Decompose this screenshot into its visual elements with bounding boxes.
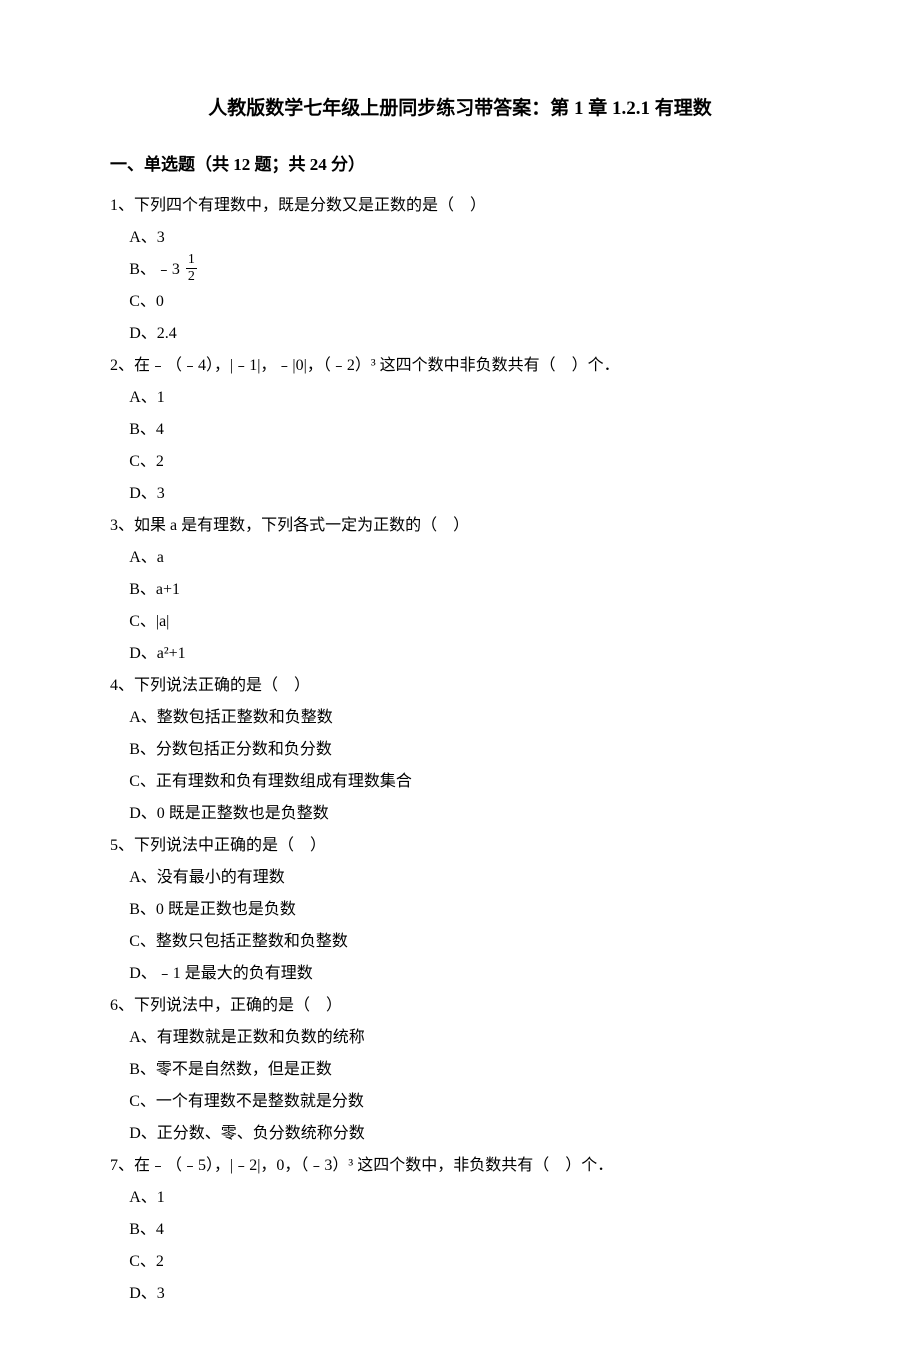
option-text: C、|a| <box>129 613 169 630</box>
question-option: C、2 <box>110 1246 810 1278</box>
option-text: B、a+1 <box>129 581 180 598</box>
option-text: B、﹣3 <box>129 261 184 278</box>
option-text: C、0 <box>129 293 164 310</box>
question-option: B、0 既是正数也是负数 <box>110 894 810 926</box>
option-text: B、4 <box>129 1221 164 1238</box>
question-option: C、0 <box>110 286 810 318</box>
question-stem: 5、下列说法中正确的是（ ） <box>110 830 810 862</box>
question-option: B、4 <box>110 414 810 446</box>
option-text: D、0 既是正整数也是负整数 <box>129 805 329 822</box>
option-text: A、a <box>129 549 164 566</box>
option-text: D、2.4 <box>129 325 177 342</box>
question-stem: 7、在﹣（﹣5），|﹣2|，0，（﹣3）³ 这四个数中，非负数共有（ ）个． <box>110 1150 810 1182</box>
option-text: B、0 既是正数也是负数 <box>129 901 296 918</box>
option-text: B、零不是自然数，但是正数 <box>129 1061 332 1078</box>
fraction-numerator: 1 <box>186 252 197 268</box>
option-text: C、2 <box>129 1253 164 1270</box>
question-option: D、0 既是正整数也是负整数 <box>110 798 810 830</box>
question-option: A、3 <box>110 222 810 254</box>
option-text: C、整数只包括正整数和负整数 <box>129 933 348 950</box>
option-text: D、3 <box>129 485 165 502</box>
section-header: 一、单选题（共 12 题；共 24 分） <box>110 148 810 182</box>
option-text: D、正分数、零、负分数统称分数 <box>129 1125 365 1142</box>
question-option: C、|a| <box>110 606 810 638</box>
question-option: A、1 <box>110 1182 810 1214</box>
question-stem: 3、如果 a 是有理数，下列各式一定为正数的（ ） <box>110 510 810 542</box>
option-text: D、3 <box>129 1285 165 1302</box>
option-text: C、2 <box>129 453 164 470</box>
document-title: 人教版数学七年级上册同步练习带答案：第 1 章 1.2.1 有理数 <box>110 90 810 128</box>
question-option: C、2 <box>110 446 810 478</box>
option-text: D、a²+1 <box>129 645 185 662</box>
fraction: 12 <box>186 252 197 284</box>
option-text: A、没有最小的有理数 <box>129 869 285 886</box>
fraction-denominator: 2 <box>186 269 197 284</box>
question-option: C、整数只包括正整数和负整数 <box>110 926 810 958</box>
question-option: C、一个有理数不是整数就是分数 <box>110 1086 810 1118</box>
question-option: A、有理数就是正数和负数的统称 <box>110 1022 810 1054</box>
option-text: A、有理数就是正数和负数的统称 <box>129 1029 365 1046</box>
question-option: D、3 <box>110 478 810 510</box>
option-text: D、﹣1 是最大的负有理数 <box>129 965 313 982</box>
questions-container: 1、下列四个有理数中，既是分数又是正数的是（ ） A、3 B、﹣3 12 C、0 D、2… <box>110 190 810 1310</box>
question-option: C、正有理数和负有理数组成有理数集合 <box>110 766 810 798</box>
question-stem: 1、下列四个有理数中，既是分数又是正数的是（ ） <box>110 190 810 222</box>
question-option: B、﹣3 12 <box>110 254 810 286</box>
question-stem: 6、下列说法中，正确的是（ ） <box>110 990 810 1022</box>
question-option: A、整数包括正整数和负整数 <box>110 702 810 734</box>
option-text: A、1 <box>129 1189 165 1206</box>
question-option: B、分数包括正分数和负分数 <box>110 734 810 766</box>
option-text: B、分数包括正分数和负分数 <box>129 741 332 758</box>
question-option: B、4 <box>110 1214 810 1246</box>
question-option: A、没有最小的有理数 <box>110 862 810 894</box>
option-text: C、正有理数和负有理数组成有理数集合 <box>129 773 412 790</box>
question-option: B、a+1 <box>110 574 810 606</box>
question-option: B、零不是自然数，但是正数 <box>110 1054 810 1086</box>
question-option: D、2.4 <box>110 318 810 350</box>
question-option: D、3 <box>110 1278 810 1310</box>
option-text: A、1 <box>129 389 165 406</box>
option-text: A、整数包括正整数和负整数 <box>129 709 333 726</box>
option-text: B、4 <box>129 421 164 438</box>
question-stem: 2、在﹣（﹣4），|﹣1|，﹣|0|，（﹣2）³ 这四个数中非负数共有（ ）个． <box>110 350 810 382</box>
question-option: A、1 <box>110 382 810 414</box>
question-option: D、﹣1 是最大的负有理数 <box>110 958 810 990</box>
question-stem: 4、下列说法正确的是（ ） <box>110 670 810 702</box>
option-text: C、一个有理数不是整数就是分数 <box>129 1093 364 1110</box>
question-option: D、a²+1 <box>110 638 810 670</box>
question-option: A、a <box>110 542 810 574</box>
option-text: A、3 <box>129 229 165 246</box>
question-option: D、正分数、零、负分数统称分数 <box>110 1118 810 1150</box>
